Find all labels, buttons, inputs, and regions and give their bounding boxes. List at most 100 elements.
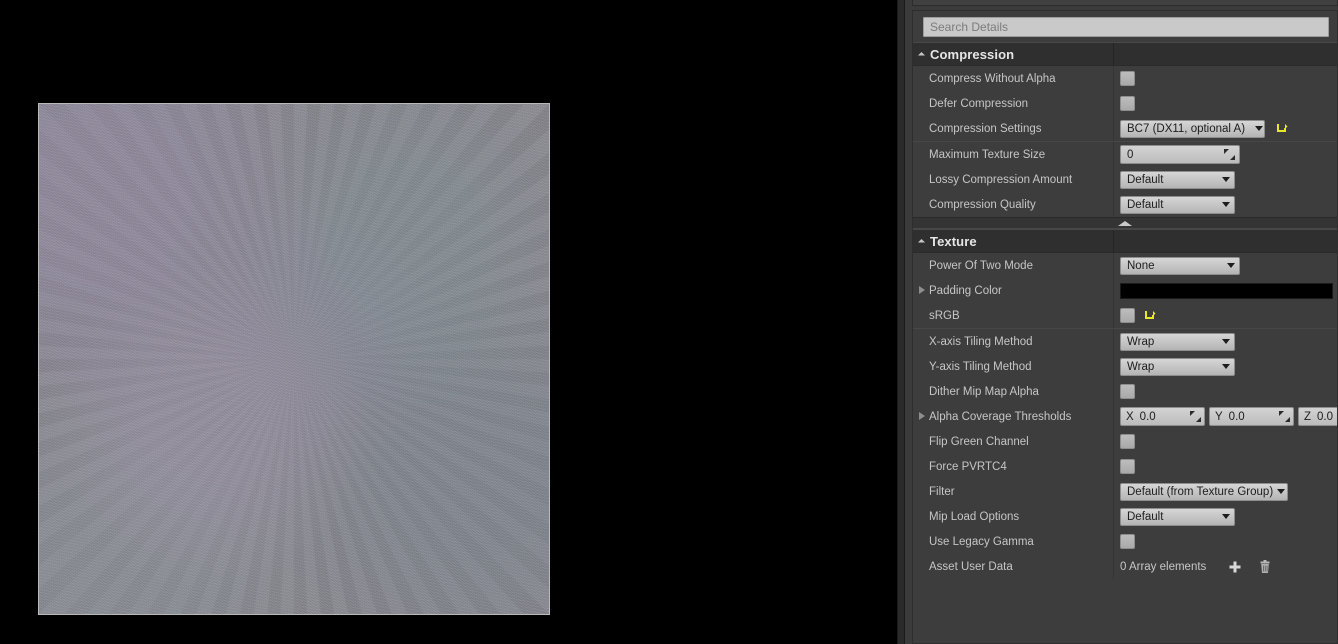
section-expander-triangle-icon[interactable] bbox=[917, 51, 926, 59]
use-legacy-gamma-checkbox[interactable] bbox=[1120, 534, 1135, 549]
row-label: Compression Quality bbox=[929, 198, 1036, 211]
label-cell: Alpha Coverage Thresholds bbox=[913, 404, 1114, 429]
row-x-axis-tiling-method[interactable]: X-axis Tiling Method Wrap bbox=[913, 329, 1337, 354]
row-use-legacy-gamma[interactable]: Use Legacy Gamma bbox=[913, 529, 1337, 554]
row-lossy-compression-amount[interactable]: Lossy Compression Amount Default bbox=[913, 167, 1337, 192]
row-dither-mip-map-alpha[interactable]: Dither Mip Map Alpha bbox=[913, 379, 1337, 404]
srgb-checkbox[interactable] bbox=[1120, 308, 1135, 323]
section-header-compression[interactable]: Compression bbox=[913, 42, 1337, 66]
row-maximum-texture-size[interactable]: Maximum Texture Size 0 bbox=[913, 142, 1337, 167]
compression-quality-dropdown[interactable]: Default bbox=[1120, 195, 1235, 214]
value-cell bbox=[1114, 66, 1337, 91]
row-asset-user-data[interactable]: Asset User Data 0 Array elements bbox=[913, 554, 1337, 579]
defer-compression-checkbox[interactable] bbox=[1120, 96, 1135, 111]
row-label: Flip Green Channel bbox=[929, 435, 1029, 448]
texture-group-a: Power Of Two Mode None Padding Color sRG… bbox=[913, 253, 1337, 328]
section-header-compression-left[interactable]: Compression bbox=[913, 43, 1114, 65]
alpha-coverage-z-input[interactable]: Z 0.0 bbox=[1298, 407, 1337, 426]
row-label: Compression Settings bbox=[929, 122, 1042, 135]
flip-green-channel-checkbox[interactable] bbox=[1120, 434, 1135, 449]
row-expander-triangle-icon[interactable] bbox=[919, 412, 925, 421]
value-cell: Default bbox=[1114, 167, 1337, 192]
row-label: Y-axis Tiling Method bbox=[929, 360, 1032, 373]
row-filter[interactable]: Filter Default (from Texture Group) bbox=[913, 479, 1337, 504]
power-of-two-mode-dropdown[interactable]: None bbox=[1120, 256, 1240, 275]
dropdown-value: None bbox=[1127, 259, 1155, 272]
value-cell: None bbox=[1114, 253, 1337, 278]
delete-array-icon[interactable] bbox=[1258, 559, 1272, 574]
label-cell: Compress Without Alpha bbox=[913, 66, 1114, 91]
dropdown-value: Default bbox=[1127, 510, 1164, 523]
label-cell: Compression Quality bbox=[913, 192, 1114, 217]
value-cell: X 0.0 Y 0.0 Z 0.0 bbox=[1114, 404, 1337, 429]
row-alpha-coverage-thresholds[interactable]: Alpha Coverage Thresholds X 0.0 Y 0.0 Z … bbox=[913, 404, 1337, 429]
row-label: Padding Color bbox=[929, 284, 1002, 297]
drag-value-handle-icon[interactable] bbox=[1279, 411, 1290, 422]
texture-preview-viewport[interactable] bbox=[0, 0, 897, 644]
row-compression-settings[interactable]: Compression Settings BC7 (DX11, optional… bbox=[913, 116, 1337, 141]
reset-to-default-icon[interactable] bbox=[1275, 122, 1288, 135]
x-axis-tiling-method-dropdown[interactable]: Wrap bbox=[1120, 332, 1235, 351]
spinner-value: 0 bbox=[1127, 148, 1134, 161]
label-cell: Flip Green Channel bbox=[913, 429, 1114, 454]
row-y-axis-tiling-method[interactable]: Y-axis Tiling Method Wrap bbox=[913, 354, 1337, 379]
axis-label-y: Y bbox=[1215, 410, 1223, 423]
section-header-texture-left[interactable]: Texture bbox=[913, 230, 1114, 252]
row-force-pvrtc4[interactable]: Force PVRTC4 bbox=[913, 454, 1337, 479]
compress-without-alpha-checkbox[interactable] bbox=[1120, 71, 1135, 86]
chevron-down-icon bbox=[1222, 202, 1230, 207]
value-cell: Default bbox=[1114, 192, 1337, 217]
section-expander-triangle-icon[interactable] bbox=[917, 238, 926, 246]
row-flip-green-channel[interactable]: Flip Green Channel bbox=[913, 429, 1337, 454]
dropdown-value: Default (from Texture Group) bbox=[1127, 485, 1274, 498]
y-axis-tiling-method-dropdown[interactable]: Wrap bbox=[1120, 357, 1235, 376]
row-compression-quality[interactable]: Compression Quality Default bbox=[913, 192, 1337, 217]
mip-load-options-dropdown[interactable]: Default bbox=[1120, 507, 1235, 526]
alpha-coverage-x-input[interactable]: X 0.0 bbox=[1120, 407, 1205, 426]
dither-mip-map-alpha-checkbox[interactable] bbox=[1120, 384, 1135, 399]
row-defer-compression[interactable]: Defer Compression bbox=[913, 91, 1337, 116]
row-power-of-two-mode[interactable]: Power Of Two Mode None bbox=[913, 253, 1337, 278]
filter-dropdown[interactable]: Default (from Texture Group) bbox=[1120, 482, 1288, 501]
details-panel: Compression Compress Without Alpha bbox=[905, 0, 1338, 644]
row-label: Maximum Texture Size bbox=[929, 148, 1046, 161]
value-cell bbox=[1114, 91, 1337, 116]
panel-splitter-handle[interactable] bbox=[897, 0, 905, 644]
row-label: Defer Compression bbox=[929, 97, 1029, 110]
alpha-coverage-y-input[interactable]: Y 0.0 bbox=[1209, 407, 1294, 426]
compression-settings-dropdown[interactable]: BC7 (DX11, optional A) bbox=[1120, 119, 1265, 138]
row-label: Power Of Two Mode bbox=[929, 259, 1033, 272]
row-expander-triangle-icon[interactable] bbox=[919, 286, 925, 295]
value-cell: 0 Array elements bbox=[1114, 554, 1337, 579]
row-compress-without-alpha[interactable]: Compress Without Alpha bbox=[913, 66, 1337, 91]
chevron-down-icon bbox=[1222, 177, 1230, 182]
section-header-texture[interactable]: Texture bbox=[913, 229, 1337, 253]
row-mip-load-options[interactable]: Mip Load Options Default bbox=[913, 504, 1337, 529]
add-array-element-icon[interactable] bbox=[1228, 560, 1242, 574]
row-srgb[interactable]: sRGB bbox=[913, 303, 1337, 328]
row-label: Dither Mip Map Alpha bbox=[929, 385, 1039, 398]
section-collapse-bar[interactable] bbox=[913, 217, 1337, 229]
row-label: Asset User Data bbox=[929, 560, 1013, 573]
panel-tab-fragment[interactable] bbox=[912, 0, 1338, 6]
drag-value-handle-icon[interactable] bbox=[1224, 149, 1235, 160]
row-label: Compress Without Alpha bbox=[929, 72, 1056, 85]
label-cell: Mip Load Options bbox=[913, 504, 1114, 529]
details-panel-body: Compression Compress Without Alpha bbox=[912, 10, 1338, 644]
reset-to-default-icon[interactable] bbox=[1143, 309, 1156, 322]
search-details-input[interactable] bbox=[923, 17, 1329, 37]
row-padding-color[interactable]: Padding Color bbox=[913, 278, 1337, 303]
lossy-compression-amount-dropdown[interactable]: Default bbox=[1120, 170, 1235, 189]
texture-grain-layer bbox=[39, 104, 549, 614]
label-cell: Use Legacy Gamma bbox=[913, 529, 1114, 554]
maximum-texture-size-input[interactable]: 0 bbox=[1120, 145, 1240, 164]
label-cell: Force PVRTC4 bbox=[913, 454, 1114, 479]
row-label: Use Legacy Gamma bbox=[929, 535, 1034, 548]
force-pvrtc4-checkbox[interactable] bbox=[1120, 459, 1135, 474]
texture-preview-image[interactable] bbox=[38, 103, 550, 615]
collapse-section-chevron-icon[interactable] bbox=[1118, 220, 1132, 226]
drag-value-handle-icon[interactable] bbox=[1190, 411, 1201, 422]
compression-group-a: Compress Without Alpha Defer Compression bbox=[913, 66, 1337, 141]
padding-color-swatch[interactable] bbox=[1120, 282, 1333, 299]
label-cell: Dither Mip Map Alpha bbox=[913, 379, 1114, 404]
